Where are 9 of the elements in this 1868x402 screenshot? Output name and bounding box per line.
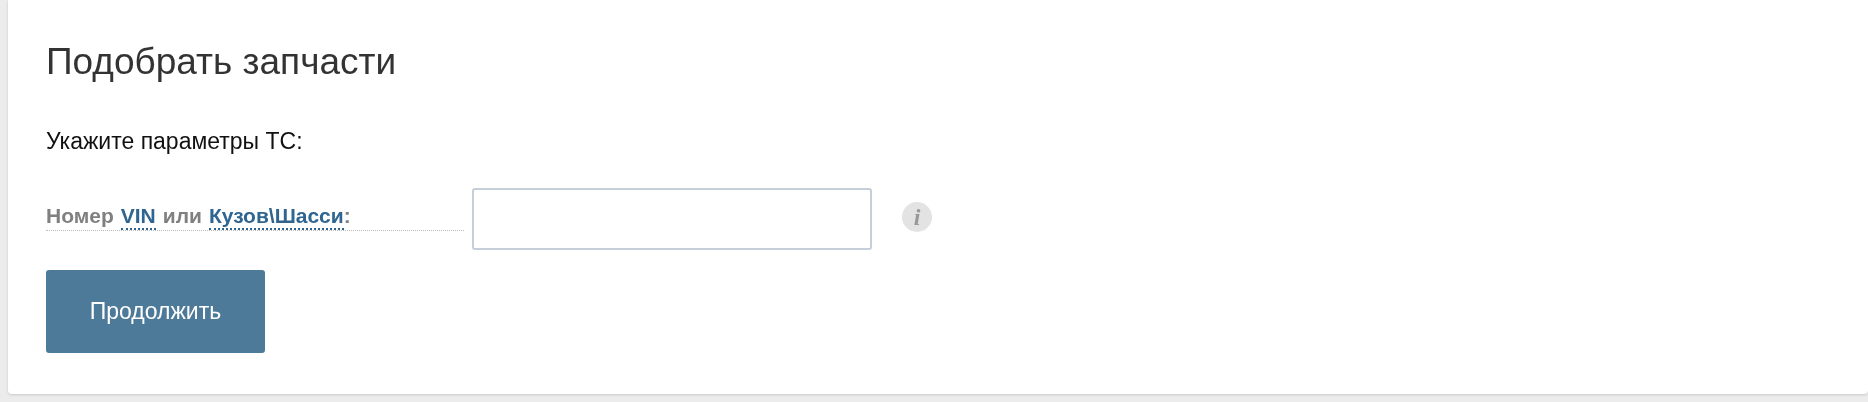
- form-subtitle: Укажите параметры ТС:: [46, 127, 304, 156]
- label-text: или: [162, 203, 202, 229]
- label-text: Номер: [46, 203, 114, 229]
- body-chassis-link[interactable]: Кузов\Шасси: [208, 204, 344, 230]
- vin-link[interactable]: VIN: [120, 204, 156, 230]
- continue-button[interactable]: Продолжить: [46, 270, 265, 353]
- vin-input-field[interactable]: [472, 188, 872, 250]
- label-colon: :: [343, 203, 351, 229]
- form-title: Подобрать запчасти: [46, 40, 398, 84]
